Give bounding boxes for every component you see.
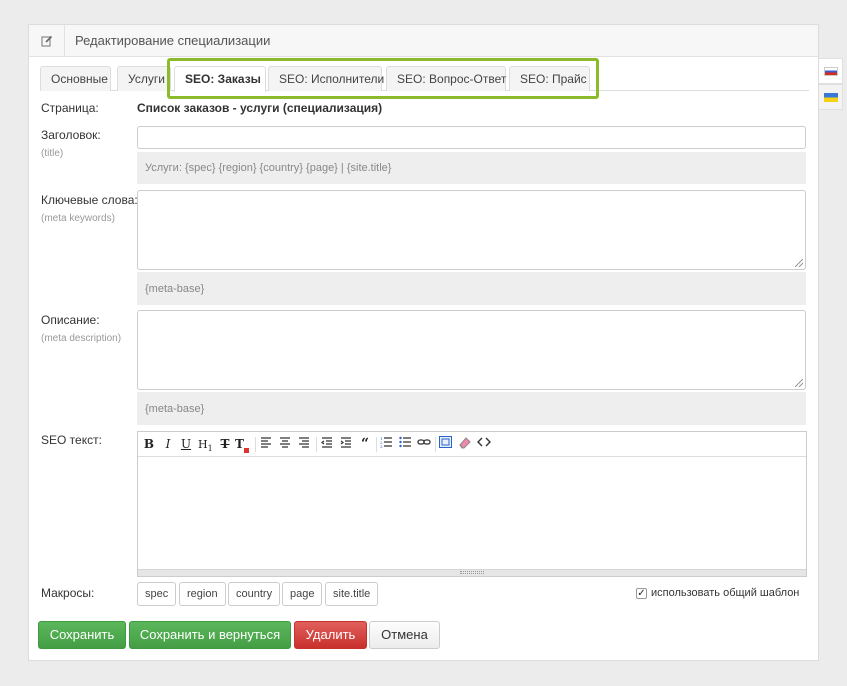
toolbar-separator <box>376 437 377 452</box>
use-common-template-label: использовать общий шаблон <box>651 587 800 599</box>
align-left-icon[interactable] <box>259 436 273 453</box>
align-right-icon[interactable] <box>297 436 311 453</box>
description-textarea[interactable] <box>137 310 806 390</box>
save-and-return-button[interactable]: Сохранить и вернуться <box>129 621 291 649</box>
unordered-list-icon[interactable] <box>398 436 412 453</box>
description-sublabel: (meta description) <box>41 333 122 344</box>
code-view-icon[interactable] <box>477 436 491 453</box>
edit-icon <box>29 25 65 57</box>
indent-icon[interactable] <box>339 436 353 453</box>
align-center-icon[interactable] <box>278 436 292 453</box>
keywords-sublabel: (meta keywords) <box>41 213 115 224</box>
resize-handle[interactable] <box>795 259 803 267</box>
title-input[interactable] <box>137 126 806 149</box>
toolbar-separator <box>316 437 317 452</box>
bold-button[interactable]: B <box>142 436 156 453</box>
tab-seo-qa[interactable]: SEO: Вопрос-Ответ <box>386 66 506 91</box>
keywords-hint: {meta-base} <box>137 272 806 305</box>
use-common-template[interactable]: ✓ использовать общий шаблон <box>636 587 799 599</box>
quote-button[interactable]: “ <box>358 436 372 453</box>
resize-grip-icon <box>460 571 484 574</box>
page-label: Страница: <box>41 101 99 115</box>
tab-seo-price[interactable]: SEO: Прайс <box>509 66 590 91</box>
title-sublabel: (title) <box>41 148 64 159</box>
description-hint: {meta-base} <box>137 392 806 425</box>
macros-label: Макросы: <box>41 586 95 600</box>
tab-services[interactable]: Услуги <box>117 66 171 91</box>
flag-ru-icon <box>823 66 838 76</box>
outdent-icon[interactable] <box>320 436 334 453</box>
macro-country[interactable]: country <box>228 582 281 606</box>
toolbar-separator <box>255 437 256 452</box>
panel-title: Редактирование специализации <box>75 33 271 48</box>
flag-ua-icon <box>823 92 838 102</box>
save-button[interactable]: Сохранить <box>38 621 126 649</box>
text-color-button[interactable]: T <box>235 436 249 453</box>
resize-handle[interactable] <box>795 379 803 387</box>
macro-page[interactable]: page <box>282 582 323 606</box>
heading-button[interactable]: H1 <box>198 436 213 453</box>
lang-ru[interactable] <box>819 58 843 84</box>
macro-spec[interactable]: spec <box>137 582 177 606</box>
use-common-template-checkbox[interactable]: ✓ <box>636 587 647 599</box>
keywords-label: Ключевые слова: <box>41 193 138 207</box>
title-label: Заголовок: <box>41 128 101 142</box>
description-label: Описание: <box>41 313 100 327</box>
tab-seo-performers[interactable]: SEO: Исполнители <box>268 66 384 91</box>
eraser-icon[interactable] <box>457 436 471 453</box>
tab-main[interactable]: Основные <box>40 66 111 91</box>
ordered-list-icon[interactable]: 123 <box>379 436 393 453</box>
macro-region[interactable]: region <box>179 582 226 606</box>
page-value: Список заказов - услуги (специализация) <box>137 101 383 115</box>
title-hint: Услуги: {spec} {region} {country} {page}… <box>137 152 806 184</box>
underline-button[interactable]: U <box>179 436 193 453</box>
delete-button[interactable]: Удалить <box>294 621 367 649</box>
keywords-textarea[interactable] <box>137 190 806 270</box>
text-color-label: T <box>235 437 244 451</box>
heading-label: H <box>198 438 208 451</box>
language-switcher <box>819 58 843 110</box>
svg-text:3: 3 <box>380 444 383 448</box>
seo-text-editor[interactable]: B I U H1 T T “ 123 <box>137 431 807 577</box>
macro-site-title[interactable]: site.title <box>325 582 379 606</box>
link-icon[interactable] <box>417 436 431 453</box>
cancel-button[interactable]: Отмена <box>369 621 440 649</box>
fullscreen-icon[interactable] <box>438 436 452 453</box>
lang-ua[interactable] <box>819 84 843 110</box>
italic-button[interactable]: I <box>161 436 175 453</box>
panel-header: Редактирование специализации <box>29 25 818 57</box>
strikethrough-button[interactable]: T <box>218 436 232 453</box>
seo-text-label: SEO текст: <box>41 433 102 447</box>
editor-resize-bar[interactable] <box>138 569 806 576</box>
tab-seo-orders[interactable]: SEO: Заказы <box>174 66 266 92</box>
toolbar-separator <box>435 437 436 452</box>
editor-toolbar: B I U H1 T T “ 123 <box>138 432 806 457</box>
